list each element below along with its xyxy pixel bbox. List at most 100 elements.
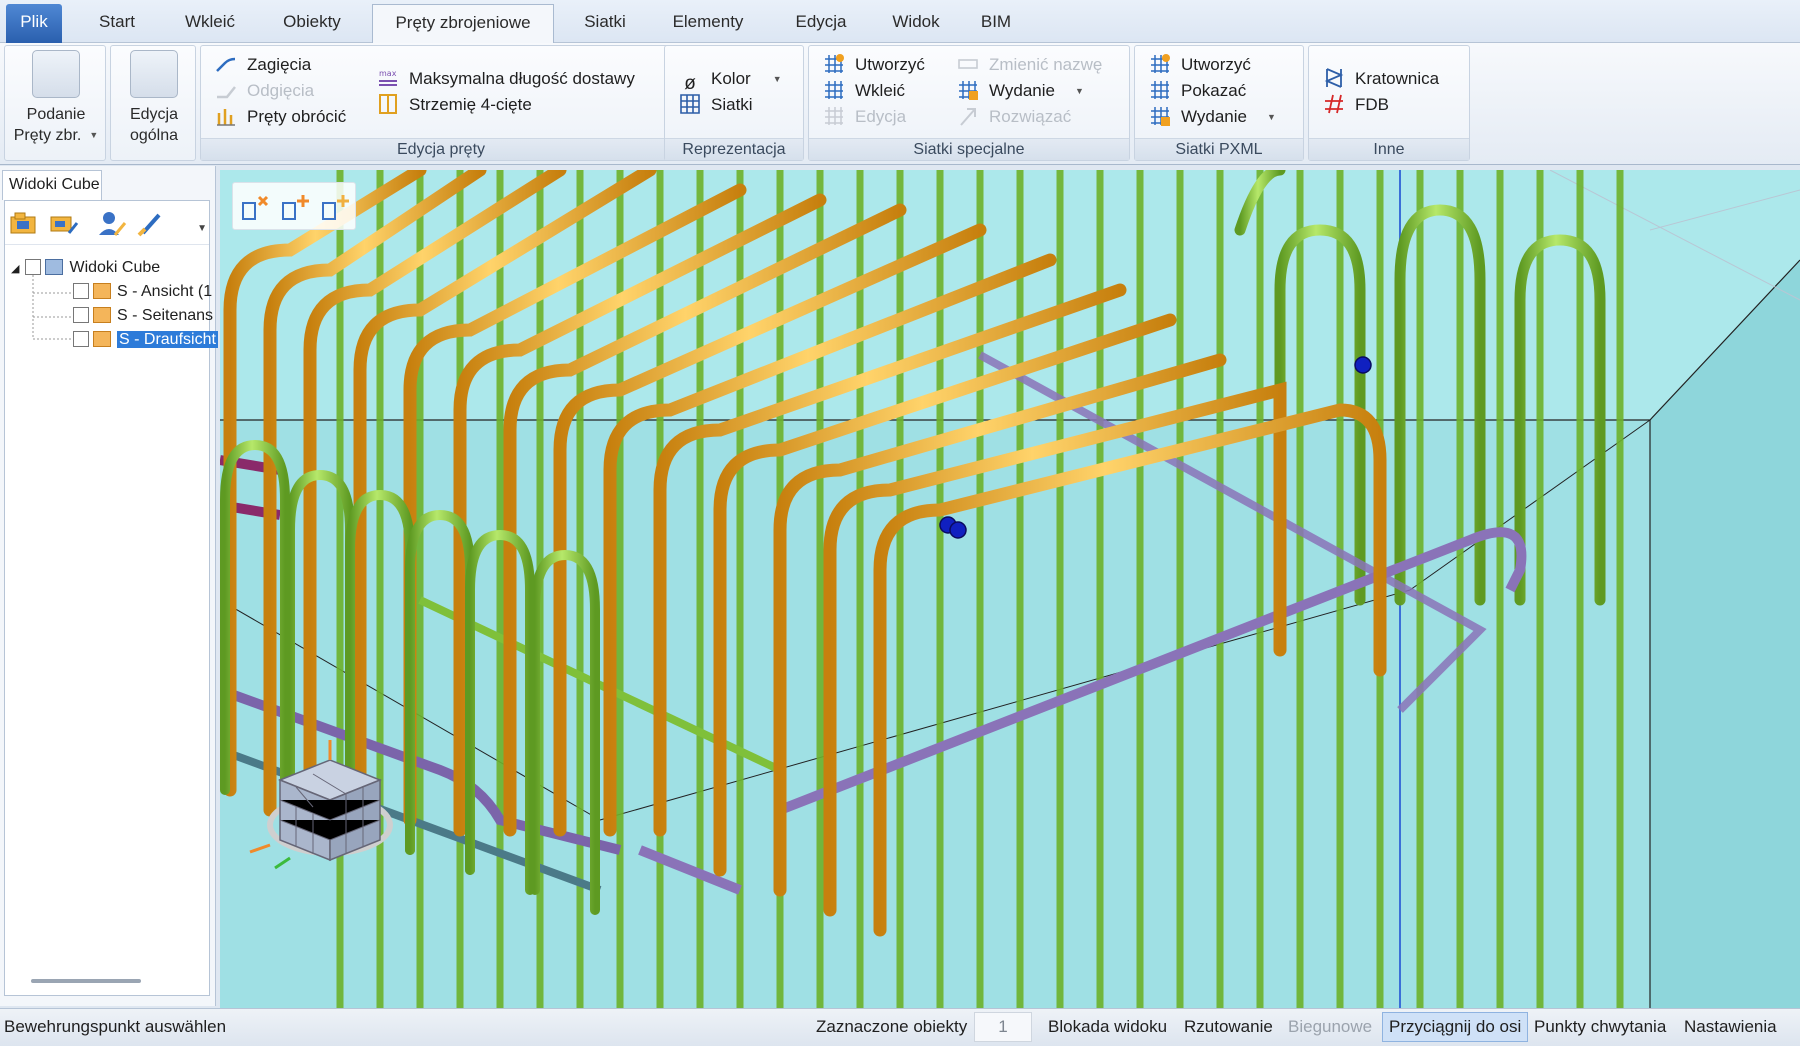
offset-icon <box>217 86 236 99</box>
input-rebars-label-2: Pręty zbr. ▼ <box>13 127 99 144</box>
pxml-output-button[interactable]: Wydanie ▼ <box>1149 104 1276 130</box>
toggle-polar[interactable]: Biegunowe <box>1288 1017 1372 1037</box>
horizontal-scrollbar[interactable] <box>31 979 141 983</box>
stirrup-4-cut-button[interactable]: Strzemię 4-cięte <box>377 92 532 118</box>
group-pxml-meshes: Utworzyć Pokazać Wydanie ▼ Siatki PXML <box>1134 45 1304 161</box>
toolbar-overflow-icon[interactable]: ▼ <box>197 223 207 234</box>
group-label-edit-bars: Edycja pręty <box>201 138 681 160</box>
brush-icon[interactable] <box>137 209 167 237</box>
tab-rebars[interactable]: Pręty zbrojeniowe <box>372 4 554 44</box>
offsets-button[interactable]: Odgięcia <box>215 78 314 104</box>
open-folder-icon[interactable] <box>9 209 39 237</box>
general-edit-button[interactable]: Edycja ogólna <box>115 50 193 146</box>
tab-views-cube[interactable]: Widoki Cube <box>2 170 102 200</box>
ribbon-tab-bar: Plik Start Wkleić Obiekty Pręty zbrojeni… <box>0 0 1800 44</box>
group-label-special-meshes: Siatki specjalne <box>809 138 1129 160</box>
general-edit-label-2: ogólna <box>129 127 179 144</box>
tree-lines <box>32 275 73 340</box>
tab-elements[interactable]: Elementy <box>656 4 760 43</box>
pxml-create-button[interactable]: Utworzyć <box>1149 52 1251 78</box>
toggle-snap-to-axis[interactable]: Przyciągnij do osi <box>1382 1012 1529 1042</box>
rename-icon <box>958 59 978 69</box>
fdb-icon <box>1325 94 1343 114</box>
input-rebars-button[interactable]: Podanie Pręty zbr. ▼ <box>11 50 101 146</box>
max-length-icon: max <box>379 69 397 86</box>
group-representation: ø Kolor ▼ Siatki Reprezentacja <box>664 45 804 161</box>
stirrup-icon <box>379 94 397 114</box>
tree-checkbox[interactable] <box>73 307 89 323</box>
add-view-icon[interactable] <box>281 193 311 221</box>
tree-item-view-2[interactable]: S - Seitenans <box>73 305 213 327</box>
mesh-edit-icon <box>825 107 843 125</box>
general-edit-label-1: Edycja <box>129 106 179 123</box>
3d-viewport[interactable] <box>220 170 1800 1008</box>
pxml-show-icon <box>1151 81 1169 99</box>
group-label-representation: Reprezentacja <box>665 138 803 160</box>
fdb-button[interactable]: FDB <box>1323 92 1389 118</box>
tab-objects[interactable]: Obiekty <box>266 4 358 43</box>
mesh-paste-icon <box>825 81 843 99</box>
bend-icon <box>216 57 236 72</box>
tree-checkbox[interactable] <box>73 331 89 347</box>
special-mesh-resolve-button[interactable]: Rozwiązać <box>957 104 1071 130</box>
bends-button[interactable]: Zagięcia <box>215 52 311 78</box>
group-edit-bars: Zagięcia Odgięcia Pręty obrócić max Maksy… <box>200 45 682 161</box>
meshes-view-button[interactable]: Siatki <box>679 92 753 118</box>
group-other: Kratownica FDB Inne <box>1308 45 1470 161</box>
group-input: Podanie Pręty zbr. ▼ <box>4 45 106 161</box>
chevron-down-icon: ▼ <box>1075 86 1084 96</box>
folder-edit-icon[interactable] <box>49 209 79 237</box>
tree-collapse-icon[interactable]: ◢ <box>11 263 19 275</box>
tree-item-view-1[interactable]: S - Ansicht (1 <box>73 281 212 303</box>
view-icon <box>93 307 111 323</box>
pxml-show-button[interactable]: Pokazać <box>1149 78 1246 104</box>
special-mesh-rename-button[interactable]: Zmienić nazwę <box>957 52 1102 78</box>
input-rebars-label-1: Podanie <box>26 106 86 123</box>
tab-meshes[interactable]: Siatki <box>570 4 640 43</box>
chevron-down-icon: ▼ <box>89 130 99 140</box>
viewport-toolbar <box>232 182 356 230</box>
add-view-plus-icon[interactable] <box>321 193 351 221</box>
tree-item-view-3[interactable]: S - Draufsicht <box>73 329 218 351</box>
selected-objects-label: Zaznaczone obiekty <box>816 1017 968 1036</box>
special-mesh-paste-button[interactable]: Wkleić <box>823 78 905 104</box>
rotate-bars-icon <box>217 109 235 126</box>
chevron-down-icon: ▼ <box>772 74 782 84</box>
chevron-down-icon: ▼ <box>1267 112 1276 122</box>
toggle-projection[interactable]: Rzutowanie <box>1184 1017 1273 1037</box>
rotate-bars-button[interactable]: Pręty obrócić <box>215 104 346 130</box>
settings-button[interactable]: Nastawienia <box>1684 1017 1777 1037</box>
mesh-output-icon <box>959 81 978 100</box>
selected-objects-count: 1 <box>974 1012 1032 1042</box>
remove-view-icon[interactable] <box>241 193 271 221</box>
general-edit-icon <box>130 50 178 98</box>
group-general-edit: Edycja ogólna <box>110 45 196 161</box>
special-mesh-create-button[interactable]: Utworzyć <box>823 52 925 78</box>
tab-bim[interactable]: BIM <box>966 4 1026 43</box>
tab-paste[interactable]: Wkleić <box>168 4 252 43</box>
color-button[interactable]: ø Kolor ▼ <box>679 66 782 94</box>
ribbon: Podanie Pręty zbr. ▼ Edycja ogólna Zagięc… <box>0 43 1800 165</box>
special-mesh-output-button[interactable]: Wydanie ▼ <box>957 78 1084 104</box>
special-mesh-edit-button[interactable]: Edycja <box>823 104 906 130</box>
tree-checkbox[interactable] <box>73 283 89 299</box>
view-icon <box>93 331 111 347</box>
rebar-model-render[interactable] <box>220 170 1800 1008</box>
tab-view[interactable]: Widok <box>880 4 952 43</box>
views-panel-body: ▼ ◢ Widoki Cube S - Ansicht (1 S - Seiten… <box>4 200 218 996</box>
toggle-grip-points[interactable]: Punkty chwytania <box>1534 1017 1666 1037</box>
views-panel: Widoki Cube ▼ ◢ Widoki Cube S - Ansicht (… <box>0 166 218 1006</box>
tab-file[interactable]: Plik <box>6 4 62 43</box>
tab-start[interactable]: Start <box>80 4 154 43</box>
input-rebars-icon <box>32 50 80 98</box>
views-toolbar: ▼ <box>5 201 209 245</box>
pxml-output-icon <box>1151 107 1170 126</box>
max-delivery-length-button[interactable]: max Maksymalna długość dostawy <box>377 66 635 92</box>
user-settings-icon[interactable] <box>97 209 127 237</box>
toggle-view-lock[interactable]: Blokada widoku <box>1048 1017 1167 1037</box>
tab-edit[interactable]: Edycja <box>776 4 866 43</box>
mesh-create-icon <box>825 54 844 73</box>
mesh-icon <box>680 94 700 114</box>
truss-button[interactable]: Kratownica <box>1323 66 1439 92</box>
svg-text:max: max <box>379 69 397 78</box>
